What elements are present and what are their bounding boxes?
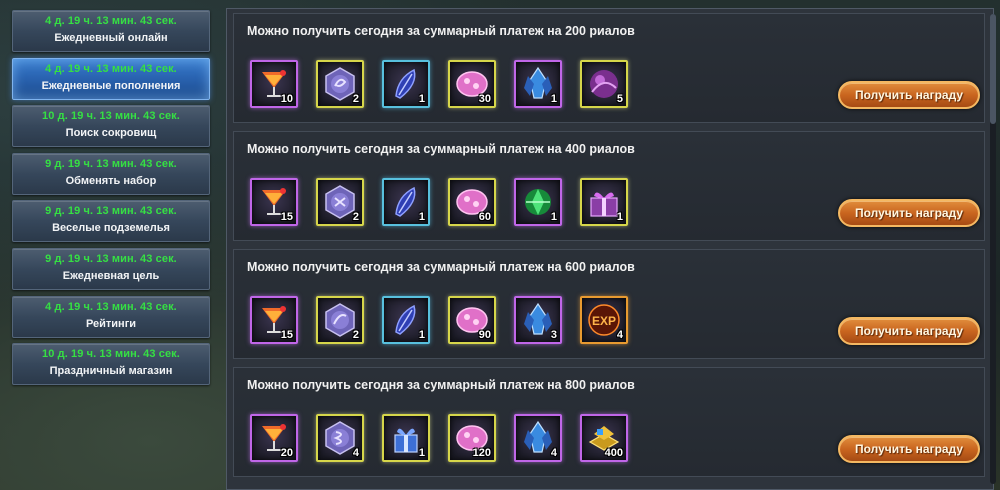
rewards-panel: Можно получить сегодня за суммарный плат… (226, 8, 994, 490)
reward-quantity: 400 (604, 447, 623, 459)
event-timer: 9 д. 19 ч. 13 мин. 43 сек. (45, 252, 177, 265)
reward-quantity: 5 (616, 93, 623, 105)
scrollbar-thumb[interactable] (990, 14, 996, 124)
reward-quantity: 1 (418, 329, 425, 341)
reward-tier-200: Можно получить сегодня за суммарный плат… (233, 13, 985, 123)
reward-quantity: 1 (418, 211, 425, 223)
reward-quantity: 15 (280, 329, 293, 341)
reward-slot[interactable]: 2 (316, 178, 364, 226)
reward-quantity: 4 (352, 447, 359, 459)
reward-quantity: 15 (280, 211, 293, 223)
claim-reward-button[interactable]: Получить награду (838, 317, 980, 345)
reward-quantity: 90 (478, 329, 491, 341)
event-timer: 4 д. 19 ч. 13 мин. 43 сек. (45, 15, 177, 27)
reward-quantity: 4 (616, 329, 623, 341)
reward-slot[interactable]: 20 (250, 414, 298, 462)
event-timer: 10 д. 19 ч. 13 мин. 43 сек. (42, 110, 180, 123)
reward-slot[interactable]: 1 (382, 296, 430, 344)
sidebar-item-label: Ежедневный онлайн (54, 32, 168, 44)
tier-title: Можно получить сегодня за суммарный плат… (247, 260, 635, 274)
sidebar-item-label: Ежедневные пополнения (41, 79, 181, 92)
claim-reward-button[interactable]: Получить награду (838, 435, 980, 463)
sidebar-item-label: Веселые подземелья (52, 222, 170, 235)
event-timer: 10 д. 19 ч. 13 мин. 43 сек. (42, 348, 180, 361)
sidebar-item-label: Праздничный магазин (49, 365, 173, 378)
sidebar-item-exchange-set[interactable]: 9 д. 19 ч. 13 мин. 43 сек. Обменять набо… (12, 152, 210, 195)
reward-slot[interactable]: 3 (514, 296, 562, 344)
tier-title: Можно получить сегодня за суммарный плат… (247, 378, 635, 392)
reward-slot[interactable]: 60 (448, 178, 496, 226)
reward-quantity: 4 (550, 447, 557, 459)
sidebar-item-daily-online[interactable]: 4 д. 19 ч. 13 мин. 43 сек. Ежедневный он… (12, 10, 210, 52)
reward-tier-800: Можно получить сегодня за суммарный плат… (233, 367, 985, 477)
reward-slot[interactable]: 30 (448, 60, 496, 108)
reward-quantity: 10 (280, 93, 293, 105)
reward-slot[interactable]: 400 (580, 414, 628, 462)
reward-slot[interactable]: 10 (250, 60, 298, 108)
reward-slot[interactable]: 15 (250, 296, 298, 344)
sidebar-item-fun-dungeons[interactable]: 9 д. 19 ч. 13 мин. 43 сек. Веселые подзе… (12, 200, 210, 243)
reward-quantity: 60 (478, 211, 491, 223)
reward-quantity: 20 (280, 447, 293, 459)
reward-slot[interactable]: 90 (448, 296, 496, 344)
reward-slot[interactable]: 1 (514, 178, 562, 226)
reward-quantity: 1 (418, 93, 425, 105)
event-timer: 4 д. 19 ч. 13 мин. 43 сек. (45, 62, 177, 75)
sidebar-item-label: Поиск сокровищ (65, 127, 157, 140)
sidebar-item-daily-goal[interactable]: 9 д. 19 ч. 13 мин. 43 сек. Ежедневная це… (12, 247, 210, 290)
reward-quantity: 3 (550, 329, 557, 341)
event-timer: 4 д. 19 ч. 13 мин. 43 сек. (45, 300, 177, 313)
reward-tier-600: Можно получить сегодня за суммарный плат… (233, 249, 985, 359)
reward-slot[interactable]: 4 (514, 414, 562, 462)
reward-slot[interactable]: 2 (316, 60, 364, 108)
reward-slot[interactable]: 15 (250, 178, 298, 226)
sidebar-item-treasure-hunt[interactable]: 10 д. 19 ч. 13 мин. 43 сек. Поиск сокров… (12, 105, 210, 148)
reward-quantity: 1 (550, 211, 557, 223)
sidebar-item-label: Обменять набор (65, 174, 157, 187)
sidebar-item-ratings[interactable]: 4 д. 19 ч. 13 мин. 43 сек. Рейтинги (12, 295, 210, 338)
reward-tier-400: Можно получить сегодня за суммарный плат… (233, 131, 985, 241)
claim-reward-button[interactable]: Получить награду (838, 199, 980, 227)
reward-quantity: 2 (352, 211, 359, 223)
reward-quantity: 1 (418, 447, 425, 459)
reward-quantity: 1 (616, 211, 623, 223)
reward-quantity: 30 (478, 93, 491, 105)
reward-slot[interactable]: 4 (316, 414, 364, 462)
tier-title: Можно получить сегодня за суммарный плат… (247, 24, 635, 38)
reward-slot[interactable]: 2 (316, 296, 364, 344)
exp-label: EXP (592, 314, 616, 328)
reward-quantity: 2 (352, 329, 359, 341)
sidebar-item-label: Ежедневная цель (62, 269, 160, 282)
reward-slot[interactable]: EXP 4 (580, 296, 628, 344)
reward-slot[interactable]: 1 (514, 60, 562, 108)
sidebar-item-daily-topups[interactable]: 4 д. 19 ч. 13 мин. 43 сек. Ежедневные по… (12, 57, 210, 100)
reward-quantity: 2 (352, 93, 359, 105)
reward-slot[interactable]: 1 (382, 60, 430, 108)
tier-title: Можно получить сегодня за суммарный плат… (247, 142, 635, 156)
event-timer: 9 д. 19 ч. 13 мин. 43 сек. (45, 205, 177, 218)
scrollbar[interactable] (990, 14, 996, 484)
reward-slot[interactable]: 1 (382, 178, 430, 226)
reward-slot[interactable]: 120 (448, 414, 496, 462)
event-timer: 9 д. 19 ч. 13 мин. 43 сек. (45, 157, 177, 170)
reward-quantity: 120 (472, 447, 491, 459)
reward-quantity: 1 (550, 93, 557, 105)
reward-slot[interactable]: 1 (580, 178, 628, 226)
sidebar-item-label: Рейтинги (85, 317, 137, 330)
claim-reward-button[interactable]: Получить награду (838, 81, 980, 109)
sidebar-item-holiday-shop[interactable]: 10 д. 19 ч. 13 мин. 43 сек. Праздничный … (12, 343, 210, 386)
reward-slot[interactable]: 1 (382, 414, 430, 462)
event-sidebar: 4 д. 19 ч. 13 мин. 43 сек. Ежедневный он… (12, 10, 210, 391)
reward-slot[interactable]: 5 (580, 60, 628, 108)
